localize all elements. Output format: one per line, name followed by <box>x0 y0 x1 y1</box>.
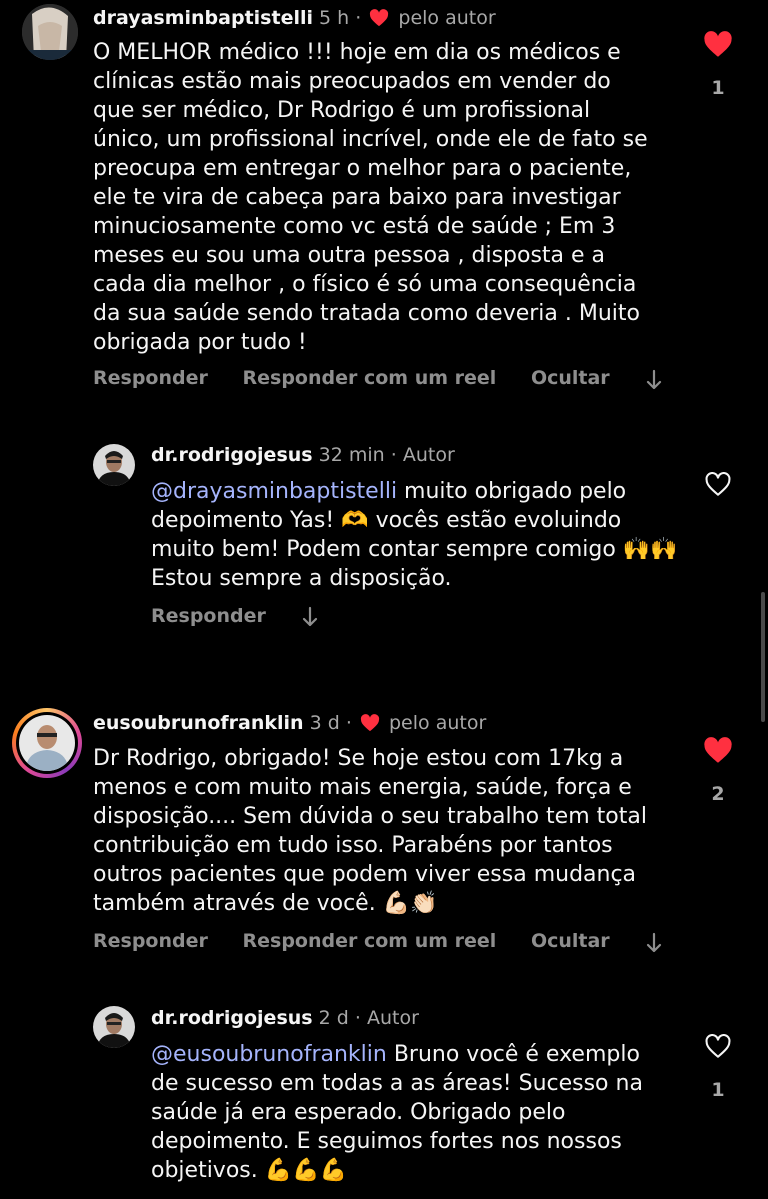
reply-meta: dr.rodrigojesus 2 d · Autor <box>151 1007 419 1029</box>
reply-button[interactable]: Responder <box>93 930 208 952</box>
avatar-photo <box>19 715 75 771</box>
avatar-story-ring[interactable] <box>12 708 82 778</box>
username[interactable]: dr.rodrigojesus <box>151 1007 313 1029</box>
comment-text: O MELHOR médico !!! hoje em dia os médic… <box>93 40 648 355</box>
like-count: 2 <box>711 783 725 805</box>
author-badge: Autor <box>402 444 455 466</box>
like-count: 1 <box>711 1079 725 1101</box>
reply-with-reel-button[interactable]: Responder com um reel <box>243 930 497 952</box>
timestamp: 3 d <box>309 712 340 734</box>
author-badge: Autor <box>366 1007 419 1029</box>
comment-actions: Responder Responder com um reel Ocultar <box>93 367 638 389</box>
avatar[interactable] <box>22 4 78 60</box>
hide-button[interactable]: Ocultar <box>531 367 610 389</box>
username[interactable]: drayasminbaptistelli <box>93 7 313 29</box>
timestamp: 32 min <box>318 444 385 466</box>
liked-by-author-label: pelo autor <box>389 712 487 734</box>
reply-button[interactable]: Responder <box>93 367 208 389</box>
avatar[interactable] <box>93 444 135 486</box>
reply-with-reel-button[interactable]: Responder com um reel <box>243 367 497 389</box>
heart-filled-icon[interactable] <box>703 31 733 58</box>
reply-text: @drayasminbaptistelli muito obrigado pel… <box>151 477 681 593</box>
arrow-down-icon[interactable] <box>645 369 663 391</box>
mention-link[interactable]: @drayasminbaptistelli <box>151 479 397 504</box>
heart-filled-icon <box>370 9 389 27</box>
heart-outline-icon[interactable] <box>704 1034 732 1059</box>
reply-button[interactable]: Responder <box>151 605 266 627</box>
avatar-photo <box>22 4 78 60</box>
hide-button[interactable]: Ocultar <box>531 930 610 952</box>
arrow-down-icon[interactable] <box>301 606 319 628</box>
timestamp: 5 h <box>319 7 350 29</box>
avatar-photo <box>93 1006 135 1048</box>
reply-actions: Responder <box>151 605 294 627</box>
username[interactable]: dr.rodrigojesus <box>151 444 313 466</box>
like-count: 1 <box>711 77 725 99</box>
timestamp: 2 d <box>318 1007 349 1029</box>
avatar-photo <box>93 444 135 486</box>
heart-filled-icon <box>360 714 380 732</box>
comment-actions: Responder Responder com um reel Ocultar <box>93 930 638 952</box>
reply-text: @eusoubrunofranklin Bruno você é exemplo… <box>151 1040 671 1185</box>
mention-link[interactable]: @eusoubrunofranklin <box>151 1042 387 1067</box>
heart-filled-icon[interactable] <box>703 737 733 764</box>
arrow-down-icon[interactable] <box>645 932 663 954</box>
scrollbar[interactable] <box>761 592 765 722</box>
comment-text: Dr Rodrigo, obrigado! Se hoje estou com … <box>93 746 647 916</box>
comment-meta: drayasminbaptistelli 5 h · pelo autor <box>93 7 496 29</box>
heart-outline-icon[interactable] <box>704 472 732 497</box>
avatar[interactable] <box>93 1006 135 1048</box>
reply-meta: dr.rodrigojesus 32 min · Autor <box>151 444 455 466</box>
avatar <box>16 712 78 774</box>
comment-meta: eusoubrunofranklin 3 d · pelo autor <box>93 712 487 734</box>
username[interactable]: eusoubrunofranklin <box>93 712 304 734</box>
liked-by-author-label: pelo autor <box>398 7 496 29</box>
